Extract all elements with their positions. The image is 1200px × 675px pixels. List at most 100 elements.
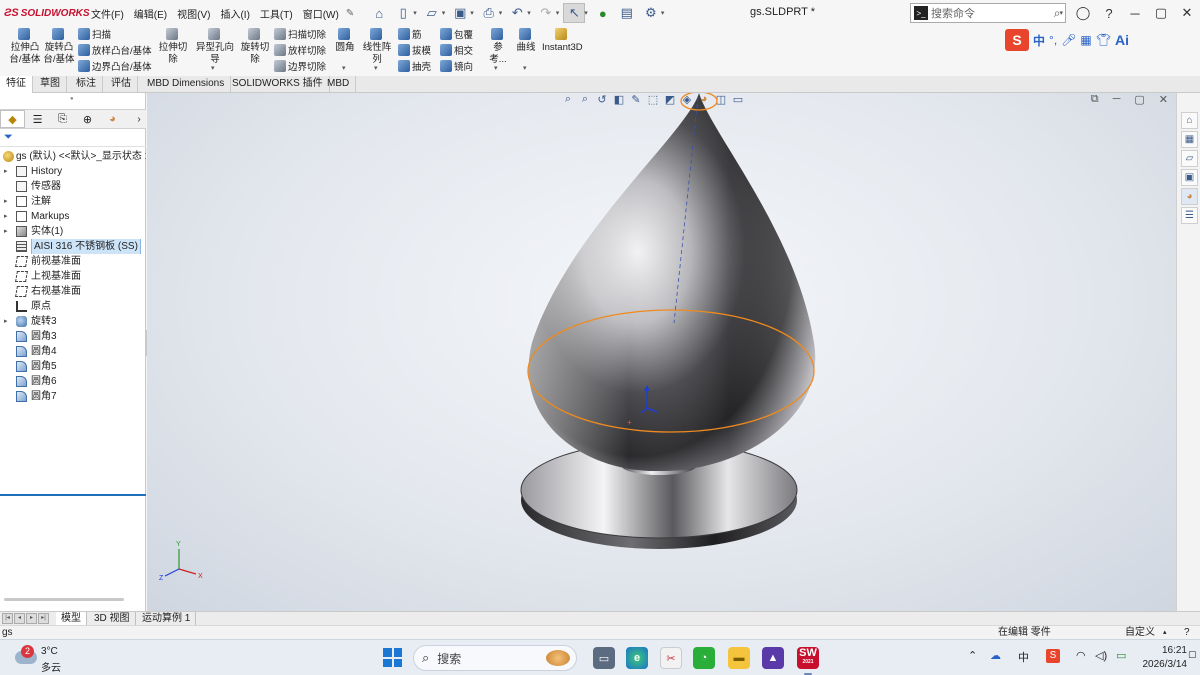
restore-icon[interactable]: ▢ [1148,5,1174,21]
start-button[interactable] [383,648,402,667]
options-dropdown-icon[interactable]: ▾ [661,9,665,17]
extrude-cut-button[interactable]: 拉伸切除 [158,28,188,66]
display-manager-tab-icon[interactable]: ◕ [100,110,125,128]
last-tab-icon[interactable]: ▸| [38,613,49,624]
tree-item-fillet6[interactable]: 圆角6 [0,374,146,389]
hole-wizard-button[interactable]: 异型孔向导 [192,28,238,66]
reference-dropdown-icon[interactable]: ▾ [494,64,498,72]
close-icon[interactable]: ✕ [1174,5,1200,21]
traffic-light-icon[interactable]: ● [592,3,614,23]
extrude-boss-button[interactable]: 拉伸凸台/基体 [8,28,42,66]
rollback-bar[interactable] [0,494,146,496]
tab-solidworks-addins[interactable]: SOLIDWORKS 插件 [226,76,330,93]
skin-icon[interactable]: 👕︎ [1096,33,1111,47]
view-palette-icon[interactable]: ▣ [1181,169,1198,186]
tree-horizontal-scrollbar[interactable] [4,598,124,601]
wifi-icon[interactable]: ◠ [1076,649,1086,662]
sweep-cut-button[interactable]: 扫描切除 [274,28,326,42]
punctuation-icon[interactable]: °, [1049,33,1057,47]
loft-boss-button[interactable]: 放样凸台/基体 [78,44,152,58]
expand-arrow-icon[interactable]: ▸ [4,224,8,239]
configuration-manager-tab-icon[interactable]: ⎘ [50,110,75,128]
snipping-tool-icon[interactable]: ✂ [660,647,682,669]
boundary-boss-button[interactable]: 边界凸台/基体 [78,60,152,74]
revolve-boss-button[interactable]: 旋转凸台/基体 [42,28,76,66]
loft-cut-button[interactable]: 放样切除 [274,44,326,58]
dimxpert-tab-icon[interactable]: ⊕ [75,110,100,128]
rib-button[interactable]: 筋 [398,28,422,42]
menu-window[interactable]: 窗口(W) [298,6,344,21]
panel-grip-icon[interactable]: ● [70,96,74,102]
feature-manager-tab-icon[interactable]: ◆ [0,110,25,128]
user-icon[interactable]: ◯ [1070,5,1096,21]
pattern-dropdown-icon[interactable]: ▾ [374,64,378,72]
file-explorer-taskbar-icon[interactable]: ▬ [728,647,750,669]
solidworks-resources-icon[interactable]: ⌂ [1181,112,1198,129]
tree-item-fillet5[interactable]: 圆角5 [0,359,146,374]
tree-filter[interactable]: ⏷ [0,130,146,147]
tab-sketch[interactable]: 草图 [34,76,67,93]
menu-view[interactable]: 视图(V) [172,6,215,21]
tree-item-revolve3[interactable]: ▸ 旋转3 [0,314,146,329]
tab-motion-study-1[interactable]: 运动算例 1 [137,612,197,626]
prev-tab-icon[interactable]: ◂ [14,613,25,624]
tree-item-top-plane[interactable]: 上视基准面 [0,269,146,284]
tree-item-origin[interactable]: 原点 [0,299,146,314]
menu-insert[interactable]: 插入(I) [215,6,254,21]
menu-edit[interactable]: 编辑(E) [129,6,172,21]
save-icon[interactable]: ▣ [449,3,471,23]
keyboard-icon[interactable]: ▦ [1080,33,1091,47]
ime-lang[interactable]: 中 [1033,32,1045,49]
tree-item-annotations[interactable]: ▸ 注解 [0,194,146,209]
print-dropdown-icon[interactable]: ▾ [499,9,503,17]
menu-tools[interactable]: 工具(T) [255,6,298,21]
redo-dropdown-icon[interactable]: ▾ [556,9,560,17]
help-icon[interactable]: ? [1096,6,1122,21]
units-selector[interactable]: 自定义 [1125,626,1155,639]
panel-next-icon[interactable]: › [132,110,146,128]
tab-3d-views[interactable]: 3D 视图 [89,612,136,626]
expand-arrow-icon[interactable]: ▸ [4,209,8,224]
model-canvas[interactable]: + Y X Z [147,93,1176,611]
shell-button[interactable]: 抽壳 [398,60,431,74]
microphone-icon[interactable]: 🎤︎ [1061,33,1076,47]
status-help-icon[interactable]: ? [1184,626,1190,639]
onedrive-icon[interactable]: ☁ [990,649,1001,662]
edge-browser-icon[interactable]: e [626,647,648,669]
minimize-icon[interactable]: ─ [1122,6,1148,21]
save-dropdown-icon[interactable]: ▾ [470,9,474,17]
fillet-button[interactable]: 圆角 [334,28,356,54]
system-clock[interactable]: 16:21 2026/3/14 [1137,644,1188,672]
select-pointer-icon[interactable]: ↖ [563,3,586,23]
tree-item-solid-bodies[interactable]: ▸ 实体(1) [0,224,146,239]
menu-file[interactable]: 文件(F) [86,6,129,21]
tab-markup[interactable]: 标注 [70,76,103,93]
curves-button[interactable]: 曲线 [515,28,537,54]
mirror-button[interactable]: 镜向 [440,60,473,74]
notification-icon[interactable]: ▢ [1188,649,1197,660]
intersect-button[interactable]: 相交 [440,44,473,58]
hole-wizard-dropdown-icon[interactable]: ▾ [211,64,215,72]
solidworks-taskbar-icon[interactable]: SW 2021 [797,647,819,675]
rebuild-options-icon[interactable]: ▤ [616,3,638,23]
tab-evaluate[interactable]: 评估 [105,76,138,93]
ime-ai[interactable]: Ai [1115,32,1129,48]
revolve-cut-button[interactable]: 旋转切除 [240,28,270,66]
app-triangle-icon[interactable]: ▲ [762,647,784,669]
wechat-icon[interactable]: ◔ [693,647,715,669]
tree-item-history[interactable]: ▸ History [0,164,146,179]
expand-arrow-icon[interactable]: ▸ [4,194,8,209]
tree-item-fillet3[interactable]: 圆角3 [0,329,146,344]
graphics-area[interactable]: ⌕ ⌕ ↺ ◧ ✎ ⬚ ◩ ◈ ◕ ◫ ▭ ⧉ ─ ▢ ✕ + Y X Z [147,93,1176,611]
curves-dropdown-icon[interactable]: ▾ [523,64,527,72]
units-dropdown-icon[interactable]: ▴ [1163,626,1167,639]
tree-root[interactable]: gs (默认) <<默认>_显示状态 1 [0,149,146,164]
tab-model[interactable]: 模型 [56,612,87,626]
tree-item-front-plane[interactable]: 前视基准面 [0,254,146,269]
sweep-button[interactable]: 扫描 [78,28,111,42]
tree-item-right-plane[interactable]: 右视基准面 [0,284,146,299]
tree-item-material[interactable]: AISI 316 不锈钢板 (SS) [0,239,146,254]
reference-geometry-button[interactable]: 参考... [485,28,511,66]
select-dropdown-icon[interactable]: ▾ [584,9,588,17]
draft-button[interactable]: 拔模 [398,44,431,58]
